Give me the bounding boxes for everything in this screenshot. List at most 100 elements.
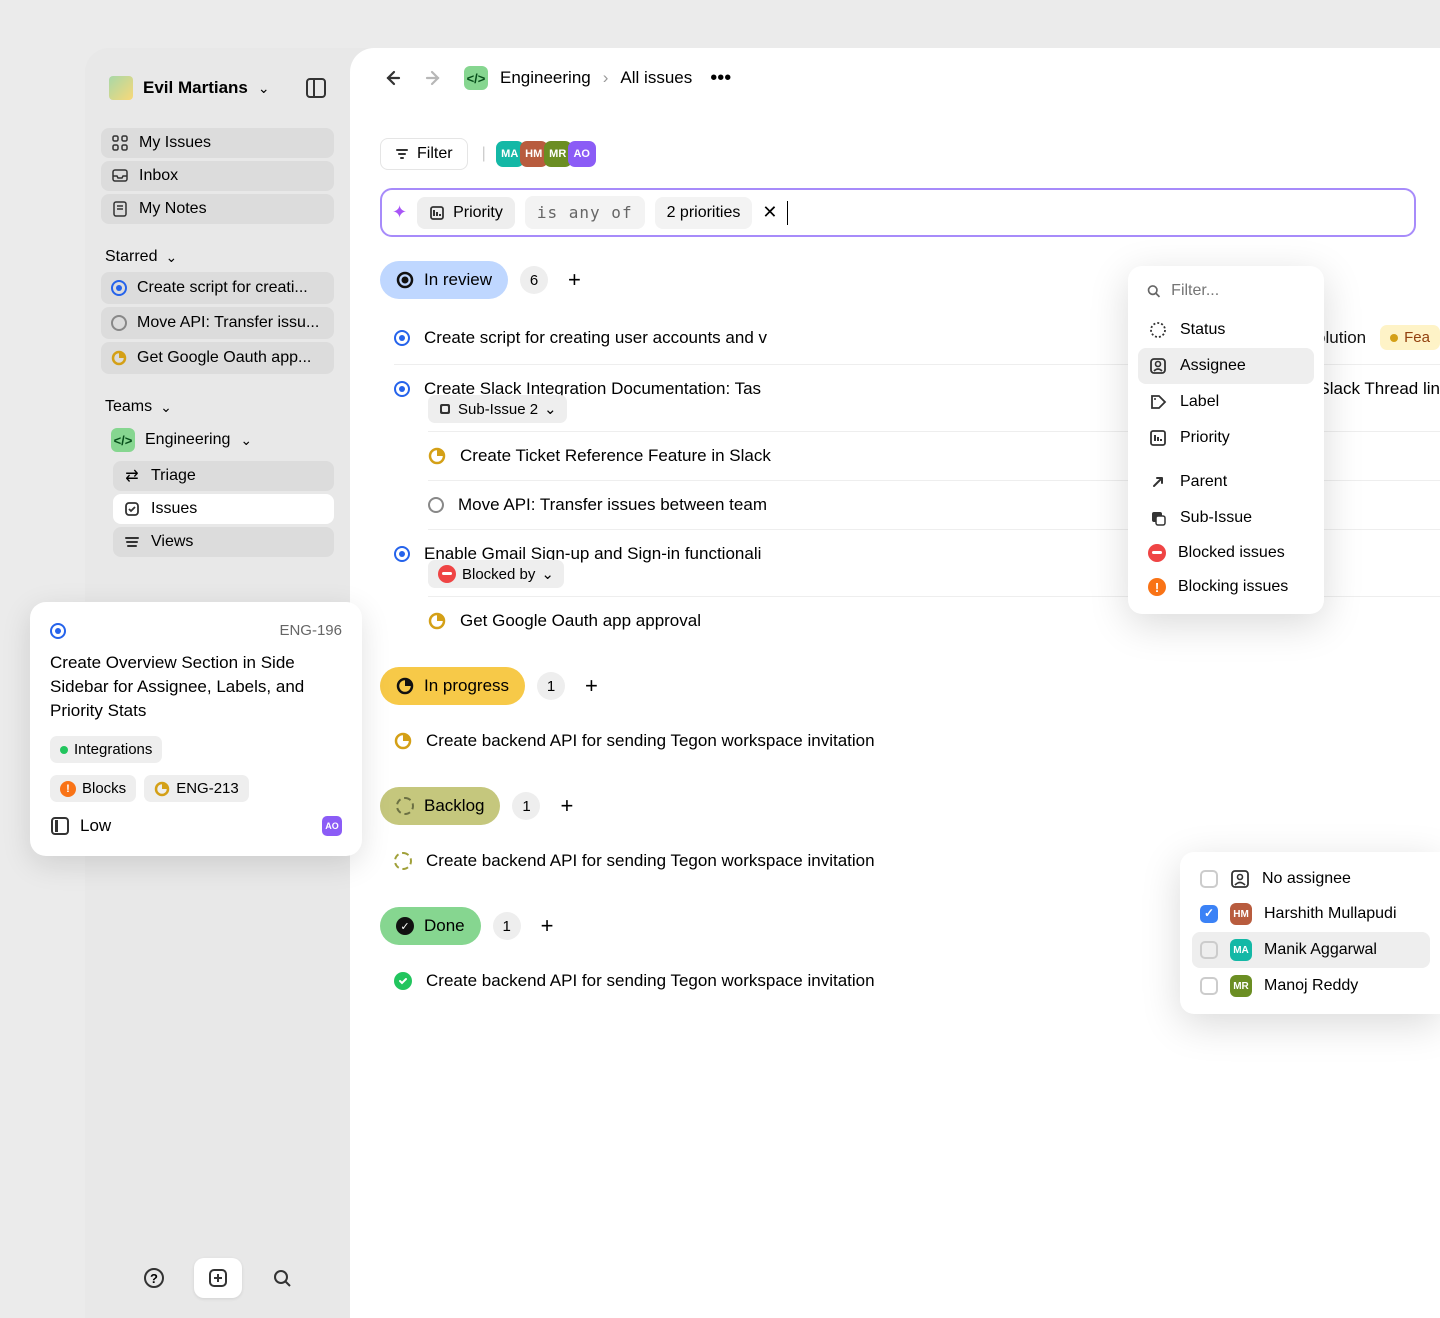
blocked-by-chip[interactable]: Blocked by ⌄: [428, 560, 564, 588]
assignee-option[interactable]: MA Manik Aggarwal: [1192, 932, 1430, 968]
dropdown-item-label[interactable]: Label: [1138, 384, 1314, 420]
forward-button[interactable]: [422, 66, 446, 90]
section-label: Teams: [105, 398, 152, 416]
blocked-label: Blocked by: [462, 566, 535, 583]
back-button[interactable]: [380, 66, 404, 90]
more-menu-button[interactable]: •••: [710, 67, 731, 90]
sidebar-section-teams[interactable]: Teams ⌄: [101, 392, 334, 422]
group-header-review[interactable]: In review: [380, 261, 508, 299]
status-progress-icon: [394, 732, 412, 750]
search-button[interactable]: [258, 1258, 306, 1298]
sidebar-toggle-icon[interactable]: [306, 78, 326, 98]
parent-icon: [1148, 472, 1168, 492]
team-badge-icon: </>: [111, 428, 135, 452]
filter-icon: [395, 147, 409, 161]
filter-value-chip[interactable]: 2 priorities: [655, 197, 753, 229]
starred-item[interactable]: Get Google Oauth app...: [101, 342, 334, 374]
dropdown-search[interactable]: [1138, 276, 1314, 306]
chevron-down-icon: ⌄: [160, 399, 172, 416]
blocked-icon: [438, 565, 456, 583]
assignee-icon: [1148, 356, 1168, 376]
filter-label: Filter: [417, 145, 453, 163]
filter-dropdown: Status Assignee Label Priority Parent: [1128, 266, 1324, 614]
dropdown-label: Label: [1180, 393, 1219, 411]
checkbox[interactable]: [1200, 941, 1218, 959]
status-todo-icon: [111, 315, 127, 331]
avatar: AO: [568, 141, 596, 167]
issue-title: Get Google Oauth app approval: [460, 611, 1440, 631]
breadcrumb-view[interactable]: All issues: [620, 68, 692, 88]
dropdown-item-subissue[interactable]: Sub-Issue: [1138, 500, 1314, 536]
dropdown-item-status[interactable]: Status: [1138, 312, 1314, 348]
inbox-icon: [111, 167, 129, 185]
sidebar-item-views[interactable]: Views: [113, 527, 334, 557]
priority-indicator[interactable]: Low: [50, 816, 111, 836]
blocking-icon: !: [60, 781, 76, 797]
assignee-option[interactable]: HM Harshith Mullapudi: [1192, 896, 1430, 932]
group-name: In progress: [424, 676, 509, 696]
help-button[interactable]: ?: [130, 1258, 178, 1298]
filter-operator: is any of: [537, 203, 633, 222]
sidebar-section-starred[interactable]: Starred ⌄: [101, 242, 334, 272]
issue-title: Create backend API for sending Tegon wor…: [426, 731, 1440, 751]
grid-icon: [111, 134, 129, 152]
assignee-avatar[interactable]: AO: [322, 816, 342, 836]
add-issue-button[interactable]: +: [560, 267, 589, 293]
issue-hover-card: ENG-196 Create Overview Section in Side …: [30, 602, 362, 856]
group-header-inprogress[interactable]: In progress: [380, 667, 525, 705]
dropdown-item-assignee[interactable]: Assignee: [1138, 348, 1314, 384]
filter-operator-chip[interactable]: is any of: [525, 196, 645, 229]
dropdown-item-priority[interactable]: Priority: [1138, 420, 1314, 456]
sidebar-nav-inbox[interactable]: Inbox: [101, 161, 334, 191]
group-header-done[interactable]: ✓ Done: [380, 907, 481, 945]
label-pill[interactable]: Integrations: [50, 736, 162, 763]
assignee-name: Manoj Reddy: [1264, 977, 1358, 995]
label-icon: [1148, 392, 1168, 412]
status-progress-icon: [111, 350, 127, 366]
views-icon: [123, 533, 141, 551]
issue-id: ENG-196: [279, 622, 342, 639]
subissue-icon: [1148, 508, 1168, 528]
assignee-filter-avatars[interactable]: MA HM MR AO: [500, 141, 596, 167]
group-name: Done: [424, 916, 465, 936]
clear-filter-button[interactable]: ✕: [762, 202, 777, 223]
create-button[interactable]: [194, 1258, 242, 1298]
label-pill[interactable]: Fea: [1380, 325, 1440, 350]
workspace-switcher[interactable]: Evil Martians ⌄: [101, 68, 334, 108]
dropdown-item-blocking[interactable]: ! Blocking issues: [1138, 570, 1314, 604]
blocks-chip[interactable]: ! Blocks: [50, 775, 136, 802]
filter-button[interactable]: Filter: [380, 138, 468, 170]
status-progress-icon: [428, 612, 446, 630]
starred-item[interactable]: Move API: Transfer issu...: [101, 307, 334, 339]
checkbox[interactable]: [1200, 870, 1218, 888]
sub-issue-chip[interactable]: Sub-Issue 2 ⌄: [428, 395, 567, 423]
add-issue-button[interactable]: +: [533, 913, 562, 939]
nav-label: Triage: [151, 467, 196, 485]
dropdown-item-parent[interactable]: Parent: [1138, 464, 1314, 500]
sidebar-nav-my-issues[interactable]: My Issues: [101, 128, 334, 158]
assignee-option[interactable]: MR Manoj Reddy: [1192, 968, 1430, 1004]
status-review-icon: [394, 330, 410, 346]
workspace-logo: [109, 76, 133, 100]
sidebar-item-issues[interactable]: Issues: [113, 494, 334, 524]
sidebar-item-triage[interactable]: ⇄ Triage: [113, 461, 334, 491]
team-badge-icon: </>: [464, 66, 488, 90]
sidebar-team-engineering[interactable]: </> Engineering ⌄: [101, 422, 334, 458]
filter-property-chip[interactable]: Priority: [417, 197, 515, 229]
add-issue-button[interactable]: +: [552, 793, 581, 819]
sidebar-nav-my-notes[interactable]: My Notes: [101, 194, 334, 224]
group-header-backlog[interactable]: Backlog: [380, 787, 500, 825]
starred-item[interactable]: Create script for creati...: [101, 272, 334, 304]
add-issue-button[interactable]: +: [577, 673, 606, 699]
related-issue-chip[interactable]: ENG-213: [144, 775, 249, 802]
dropdown-item-blocked[interactable]: Blocked issues: [1138, 536, 1314, 570]
starred-title: Create script for creati...: [137, 279, 308, 297]
checkbox[interactable]: [1200, 977, 1218, 995]
dropdown-label: Assignee: [1180, 357, 1246, 375]
dropdown-search-input[interactable]: [1171, 282, 1306, 300]
breadcrumb-team[interactable]: Engineering: [500, 68, 591, 88]
checkbox-checked[interactable]: [1200, 905, 1218, 923]
issue-row[interactable]: Create backend API for sending Tegon wor…: [394, 717, 1440, 765]
status-progress-icon: [396, 677, 414, 695]
assignee-option-none[interactable]: No assignee: [1192, 862, 1430, 896]
